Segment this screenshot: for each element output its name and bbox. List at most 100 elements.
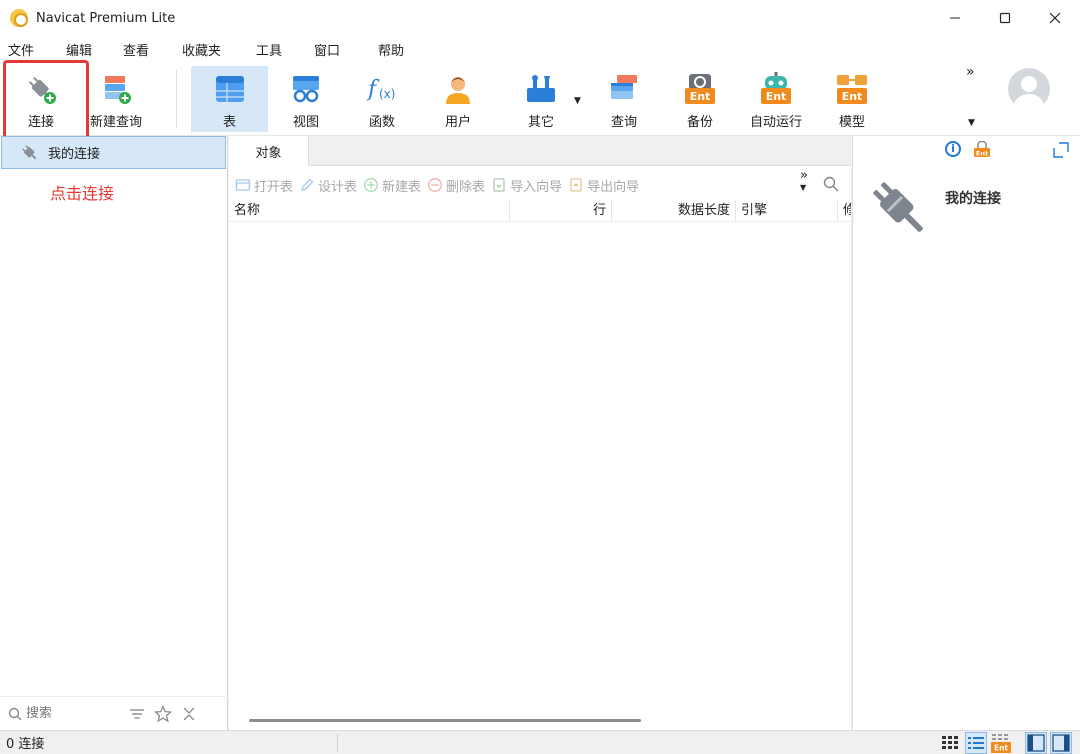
new-query-icon: [99, 72, 133, 106]
toolbar-new-query-button[interactable]: 新建查询: [84, 66, 148, 132]
tab-objects[interactable]: 对象: [229, 136, 309, 166]
svg-text:Ent: Ent: [842, 90, 863, 103]
toolbar-automation-label: 自动运行: [749, 115, 802, 130]
menu-favorites[interactable]: 收藏夹: [174, 40, 248, 59]
function-icon: f (x): [365, 72, 399, 106]
automation-ent-icon: Ent: [759, 72, 793, 106]
column-header-data-length[interactable]: 数据长度: [612, 200, 736, 222]
design-table-button[interactable]: 设计表: [299, 176, 357, 195]
menu-bar: 文件 编辑 查看 收藏夹 工具 窗口 帮助: [0, 36, 1080, 62]
object-search-icon[interactable]: [823, 176, 839, 192]
favorite-star-icon[interactable]: [153, 704, 173, 723]
new-table-button[interactable]: 新建表: [363, 176, 421, 195]
toolbar-backup-button[interactable]: Ent 备份: [670, 66, 730, 132]
toolbar-model-button[interactable]: Ent 模型: [822, 66, 882, 132]
toolbar-more-chevron-icon[interactable]: »: [966, 64, 975, 80]
list-view-icon[interactable]: [965, 732, 987, 754]
maximize-icon: [999, 12, 1011, 24]
toolbar-user-label: 用户: [444, 115, 471, 130]
toolbar-backup-label: 备份: [686, 115, 713, 130]
backup-ent-icon: Ent: [683, 72, 717, 106]
toolbar-function-button[interactable]: f (x) 函数: [352, 66, 412, 132]
status-connection-count: 0 连接: [6, 737, 45, 752]
table-icon: [213, 72, 247, 106]
open-table-icon: [235, 177, 251, 193]
navigator-search-input[interactable]: [26, 706, 116, 721]
svg-text:Ent: Ent: [994, 744, 1008, 753]
export-wizard-button[interactable]: 导出向导: [568, 176, 639, 195]
add-circle-icon: [363, 177, 379, 193]
column-header-modified[interactable]: 修: [838, 200, 851, 222]
info-panel-title: 我的连接: [945, 191, 1001, 207]
toolbar-table-label: 表: [222, 115, 236, 130]
collapse-icon[interactable]: [180, 705, 198, 723]
toolbar-automation-button[interactable]: Ent 自动运行: [744, 66, 808, 132]
horizontal-scrollbar[interactable]: [249, 719, 641, 722]
window-title: Navicat Premium Lite: [36, 10, 176, 26]
toolbar-more-dropdown-icon[interactable]: ▼: [968, 118, 975, 128]
minimize-button[interactable]: [930, 0, 980, 36]
open-table-button[interactable]: 打开表: [235, 176, 293, 195]
navicat-logo-icon: [10, 9, 28, 27]
import-wizard-button[interactable]: 导入向导: [491, 176, 562, 195]
toolbar-query-button[interactable]: 查询: [594, 66, 654, 132]
svg-text:Ent: Ent: [976, 150, 988, 158]
menu-help[interactable]: 帮助: [370, 40, 430, 59]
menu-view[interactable]: 查看: [115, 40, 174, 59]
er-diagram-ent-icon[interactable]: Ent: [990, 732, 1012, 754]
close-icon: [1049, 12, 1061, 24]
delete-table-label: 删除表: [446, 179, 486, 195]
toolbar-others-button[interactable]: 其它: [510, 66, 572, 132]
connection-plug-icon: [20, 144, 40, 161]
others-icon: [524, 72, 558, 106]
lock-ent-icon[interactable]: Ent: [973, 140, 991, 158]
toolbar-query-label: 查询: [610, 115, 637, 130]
close-button[interactable]: [1030, 0, 1080, 36]
toolbar-user-button[interactable]: 用户: [428, 66, 488, 132]
info-icon[interactable]: i: [945, 141, 961, 157]
svg-text:(x): (x): [379, 87, 395, 101]
connection-plug-large-icon: [867, 176, 935, 244]
column-header-engine[interactable]: 引擎: [736, 200, 838, 222]
toggle-left-pane-icon[interactable]: [1025, 732, 1047, 754]
maximize-button[interactable]: [980, 0, 1030, 36]
export-wizard-label: 导出向导: [587, 179, 640, 195]
tab-strip: 对象: [229, 136, 851, 166]
remove-circle-icon: [427, 177, 443, 193]
status-divider: [337, 734, 338, 752]
status-bar: 0 连接 Ent: [0, 730, 1080, 754]
expand-icon[interactable]: [1053, 142, 1069, 158]
query-icon: [607, 72, 641, 106]
connection-tree-item[interactable]: 我的连接: [1, 136, 226, 169]
column-header-rows[interactable]: 行: [510, 200, 612, 222]
others-dropdown-icon[interactable]: ▼: [574, 96, 581, 106]
window-controls: [930, 0, 1080, 36]
menu-window[interactable]: 窗口: [306, 40, 370, 59]
grid-view-icon[interactable]: [940, 732, 962, 754]
column-header-name[interactable]: 名称: [229, 200, 510, 222]
new-table-label: 新建表: [382, 179, 422, 195]
user-avatar[interactable]: [1008, 68, 1050, 110]
import-icon: [491, 177, 507, 193]
design-table-label: 设计表: [318, 179, 358, 195]
toolbar-separator: [176, 70, 177, 128]
object-toolbar: 打开表 设计表 新建表 删除表 导入向导 导出向导: [229, 172, 851, 198]
toolbar-new-query-label: 新建查询: [89, 115, 142, 130]
menu-file[interactable]: 文件: [0, 40, 58, 59]
object-toolbar-more-icon[interactable]: » ▼: [800, 169, 808, 193]
toolbar-view-label: 视图: [292, 115, 319, 130]
toolbar-function-label: 函数: [368, 115, 395, 130]
connection-navigator: 我的连接 点击连接: [0, 136, 228, 730]
delete-table-button[interactable]: 删除表: [427, 176, 485, 195]
menu-tools[interactable]: 工具: [248, 40, 306, 59]
search-icon: [8, 707, 22, 721]
navigator-search-bar: [0, 696, 228, 730]
menu-edit[interactable]: 编辑: [58, 40, 115, 59]
filter-icon[interactable]: [128, 705, 146, 723]
toolbar-view-button[interactable]: 视图: [276, 66, 336, 132]
user-icon: [441, 72, 475, 106]
toolbar-table-button[interactable]: 表: [191, 66, 268, 132]
toggle-right-pane-icon[interactable]: [1050, 732, 1072, 754]
view-icon: [289, 72, 323, 106]
svg-text:Ent: Ent: [690, 90, 711, 103]
